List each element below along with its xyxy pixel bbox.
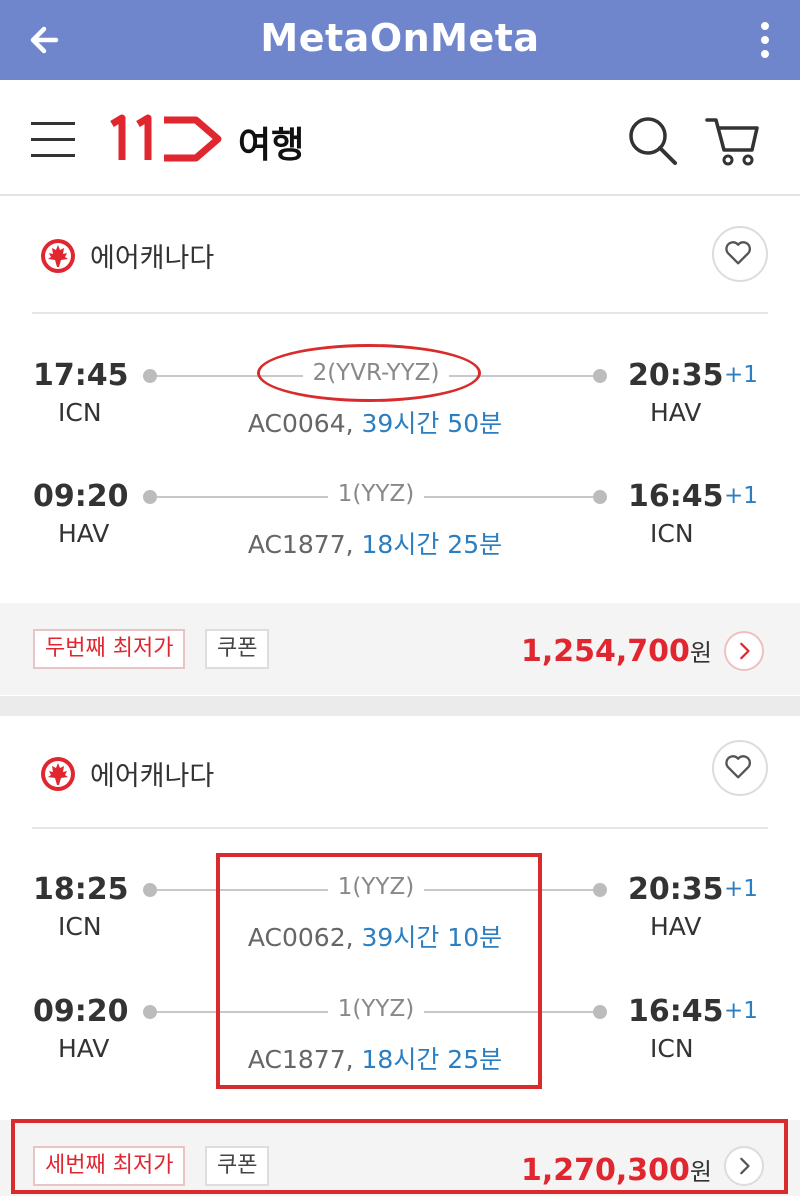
site-header: 여행 bbox=[0, 80, 800, 196]
departure-time: 17:45 bbox=[33, 358, 129, 393]
airline-name: 에어캐나다 bbox=[90, 761, 215, 792]
stops-info: 1(YYZ) bbox=[150, 481, 602, 507]
cart-icon[interactable] bbox=[704, 112, 760, 168]
divider bbox=[32, 827, 768, 829]
11st-logo-icon[interactable] bbox=[108, 114, 224, 164]
airline-name: 에어캐나다 bbox=[90, 243, 215, 274]
price-footer: 두번째 최저가 쿠폰 1,254,700원 bbox=[0, 603, 800, 695]
arrival-time: 16:45 bbox=[628, 479, 724, 514]
arrival-airport: ICN bbox=[650, 519, 694, 548]
airline-row: 에어캐나다 bbox=[0, 716, 800, 832]
divider bbox=[32, 312, 768, 314]
highlight-box bbox=[11, 1119, 788, 1194]
price: 1,254,700원 bbox=[521, 633, 712, 669]
favorite-button[interactable] bbox=[712, 226, 768, 282]
more-vert-icon[interactable] bbox=[760, 20, 770, 60]
highlight-box bbox=[216, 853, 542, 1089]
maple-leaf-icon bbox=[41, 757, 75, 791]
currency: 원 bbox=[689, 639, 712, 667]
card-separator bbox=[0, 696, 800, 716]
departure-time: 09:20 bbox=[33, 994, 129, 1029]
flight-info: AC1877, 18시간 25분 bbox=[0, 525, 750, 561]
lowest-price-rank-badge: 두번째 최저가 bbox=[33, 629, 186, 669]
flight-leg: 09:20 HAV 1(YYZ) AC1877, 18시간 25분 16:45 … bbox=[0, 479, 800, 579]
heart-icon bbox=[725, 241, 751, 265]
app-title: MetaOnMeta bbox=[260, 16, 540, 60]
departure-time: 18:25 bbox=[33, 872, 129, 907]
arrival-airport: HAV bbox=[650, 912, 702, 941]
search-icon[interactable] bbox=[626, 114, 678, 166]
brand-text: 여행 bbox=[238, 125, 305, 166]
app-bar: MetaOnMeta bbox=[0, 0, 800, 80]
heart-icon bbox=[725, 755, 751, 779]
next-day-indicator: +1 bbox=[724, 998, 758, 1024]
arrival-time: 16:45 bbox=[628, 994, 724, 1029]
flight-duration: 18시간 25분 bbox=[361, 530, 503, 559]
next-day-indicator: +1 bbox=[724, 483, 758, 509]
price-value: 1,254,700 bbox=[520, 634, 690, 669]
arrival-airport: HAV bbox=[650, 398, 702, 427]
coupon-badge: 쿠폰 bbox=[205, 629, 270, 669]
favorite-button[interactable] bbox=[712, 740, 768, 796]
arrival-airport: ICN bbox=[650, 1034, 694, 1063]
flight-number: AC0064, bbox=[247, 409, 354, 438]
flight-number: AC1877, bbox=[247, 530, 354, 559]
next-day-indicator: +1 bbox=[724, 362, 758, 388]
arrival-time: 20:35 bbox=[628, 358, 724, 393]
departure-time: 09:20 bbox=[33, 479, 129, 514]
flight-duration: 39시간 50분 bbox=[361, 409, 503, 438]
arrival-time: 20:35 bbox=[628, 872, 724, 907]
flight-info: AC0064, 39시간 50분 bbox=[0, 404, 750, 440]
airline-row: 에어캐나다 bbox=[0, 198, 800, 314]
maple-leaf-icon bbox=[41, 239, 75, 273]
flight-result-card[interactable]: 에어캐나다 17:45 ICN 2(YVR-YYZ) AC0064, 39시간 … bbox=[0, 198, 800, 696]
next-day-indicator: +1 bbox=[724, 876, 758, 902]
menu-icon[interactable] bbox=[31, 120, 75, 160]
highlight-ellipse bbox=[257, 344, 481, 402]
chevron-right-icon[interactable] bbox=[724, 631, 764, 671]
